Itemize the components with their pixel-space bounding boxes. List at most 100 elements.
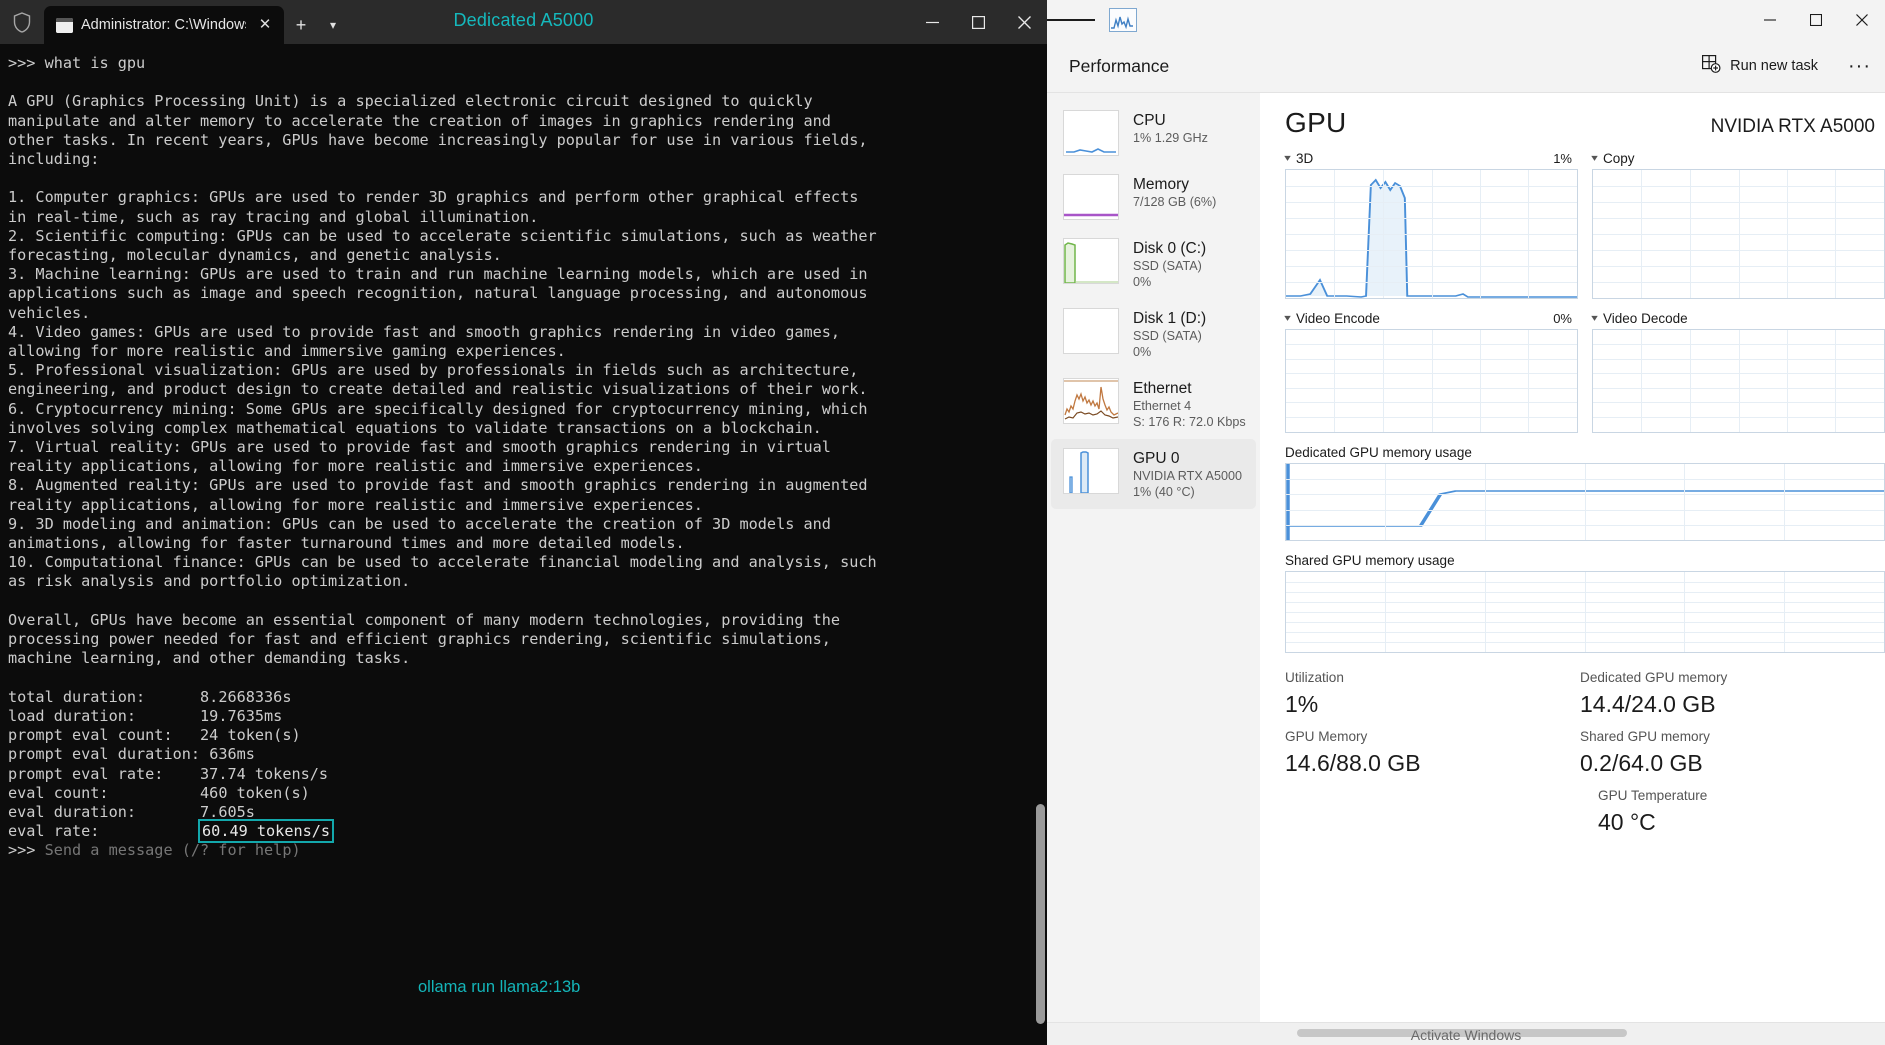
sidebar-item-sub1: SSD (SATA) (1133, 259, 1202, 273)
terminal-scrollbar[interactable] (1036, 804, 1045, 1024)
cpu-mini-graph (1063, 110, 1119, 156)
sidebar-item-sub1: 1% 1.29 GHz (1133, 131, 1208, 145)
chevron-down-icon[interactable]: ▾ (1591, 313, 1598, 324)
activate-windows-watermark: Activate Windows (1410, 1027, 1522, 1043)
more-options-icon[interactable]: ··· (1834, 56, 1885, 76)
hamburger-menu-icon[interactable] (1047, 0, 1095, 40)
sidebar-item-sub2: 0% (1133, 275, 1152, 289)
gpu-graph-row-2: ▾ Video Encode 0% ▾ Video Decode (1284, 311, 1885, 433)
engine-3d-graph (1285, 169, 1578, 299)
terminal-output[interactable]: >>> what is gpu A GPU (Graphics Processi… (0, 44, 1047, 1045)
prompt-symbol: >>> (8, 54, 45, 72)
close-icon[interactable] (1839, 0, 1885, 40)
graph-grid (1286, 170, 1577, 298)
sidebar-item-gpu0[interactable]: GPU 0 NVIDIA RTX A5000 1% (40 °C) (1051, 439, 1256, 509)
gpu-heading: GPU (1285, 107, 1347, 138)
stat-eval-rate-label: eval rate: (8, 822, 100, 841)
graph-grid (1286, 330, 1577, 432)
shared-memory-graph (1285, 571, 1885, 653)
stat-eval-rate-value-highlighted: 60.49 tokens/s (198, 819, 335, 844)
shared-gpu-memory-label: Shared GPU memory (1580, 729, 1710, 744)
sidebar-item-ethernet[interactable]: Ethernet Ethernet 4 S: 176 R: 72.0 Kbps (1051, 369, 1256, 439)
shield-icon (0, 0, 44, 44)
shared-memory-usage-label: Shared GPU memory usage (1285, 553, 1455, 568)
engine-copy-graph (1592, 169, 1885, 299)
gpu-detail-panel: GPU NVIDIA RTX A5000 ▾ 3D 1% ▾ Copy ▾ Vi… (1260, 93, 1885, 1022)
chevron-down-icon[interactable]: ▾ (1284, 153, 1291, 164)
minimize-icon[interactable] (909, 0, 955, 44)
run-new-task-button[interactable]: Run new task (1690, 49, 1830, 83)
gpu-temperature-value: 40 °C (1598, 809, 1656, 835)
disk0-mini-graph (1063, 238, 1119, 284)
ollama-command-annotation: ollama run llama2:13b (418, 977, 581, 996)
final-prompt-placeholder: Send a message (/? for help) (44, 841, 301, 860)
chevron-down-icon[interactable]: ▾ (1591, 153, 1598, 164)
stat-eval-duration-label: eval duration: (8, 802, 137, 821)
engine-label: Copy (1603, 151, 1635, 166)
terminal-tab[interactable]: Administrator: C:\Windows\s\ ✕ (44, 6, 284, 44)
engine-percent: 0% (1553, 311, 1572, 326)
engine-label: 3D (1296, 151, 1314, 166)
performance-sidebar: CPU 1% 1.29 GHz Memory 7/128 GB (6%) Dis… (1047, 93, 1260, 1022)
stat-load-duration-label: load duration: (8, 706, 137, 725)
sidebar-item-cpu[interactable]: CPU 1% 1.29 GHz (1051, 101, 1256, 165)
sidebar-item-memory[interactable]: Memory 7/128 GB (6%) (1051, 165, 1256, 229)
stat-prompt-eval-count-label: prompt eval count: (8, 726, 173, 745)
window-controls (909, 0, 1047, 44)
console-icon (56, 17, 73, 33)
new-tab-icon[interactable]: + (284, 6, 318, 44)
gpu-model-name: NVIDIA RTX A5000 (1710, 116, 1875, 137)
task-manager-main: CPU 1% 1.29 GHz Memory 7/128 GB (6%) Dis… (1047, 93, 1885, 1022)
terminal-window: Administrator: C:\Windows\s\ ✕ + ▾ Dedic… (0, 0, 1047, 1045)
stat-prompt-eval-rate-value: 37.74 tokens/s (200, 764, 329, 783)
gpu-memory-label: GPU Memory (1285, 729, 1368, 744)
memory-mini-graph (1063, 174, 1119, 220)
maximize-icon[interactable] (1793, 0, 1839, 40)
close-icon[interactable] (1001, 0, 1047, 44)
sidebar-item-sub1: SSD (SATA) (1133, 329, 1202, 343)
maximize-icon[interactable] (955, 0, 1001, 44)
gpu-engine-3d: ▾ 3D 1% (1284, 151, 1578, 299)
sidebar-item-sub1: 7/128 GB (6%) (1133, 195, 1217, 209)
assistant-answer: A GPU (Graphics Processing Unit) is a sp… (8, 92, 877, 668)
stat-prompt-eval-duration-label: prompt eval duration: (8, 745, 201, 764)
engine-label: Video Encode (1296, 311, 1380, 326)
sidebar-item-disk1[interactable]: Disk 1 (D:) SSD (SATA) 0% (1051, 299, 1256, 369)
task-manager-icon (1109, 8, 1137, 32)
disk1-mini-graph (1063, 308, 1119, 354)
chevron-down-icon[interactable]: ▾ (318, 6, 348, 44)
task-manager-bottom-bar: Activate Windows (1047, 1022, 1885, 1045)
terminal-titlebar[interactable]: Administrator: C:\Windows\s\ ✕ + ▾ Dedic… (0, 0, 1047, 44)
gpu-graph-row-1: ▾ 3D 1% ▾ Copy (1284, 151, 1885, 299)
run-new-task-icon (1702, 55, 1721, 77)
gpu-stats-left: Utilization 1% GPU Memory 14.6/88.0 GB (1285, 667, 1580, 844)
utilization-label: Utilization (1285, 670, 1344, 685)
engine-video-decode-graph (1592, 329, 1885, 433)
shared-gpu-memory-value: 0.2/64.0 GB (1580, 750, 1703, 776)
user-input-text: what is gpu (44, 54, 146, 72)
run-new-task-label: Run new task (1730, 58, 1819, 74)
sidebar-item-label: Disk 0 (C:) (1133, 240, 1207, 257)
sidebar-item-sub2: S: 176 R: 72.0 Kbps (1133, 415, 1246, 429)
sidebar-item-disk0[interactable]: Disk 0 (C:) SSD (SATA) 0% (1051, 229, 1256, 299)
chevron-down-icon[interactable]: ▾ (1284, 313, 1291, 324)
close-icon[interactable]: ✕ (254, 14, 276, 36)
task-manager-titlebar[interactable] (1047, 0, 1885, 40)
task-manager-header: Performance Run new task ··· (1047, 40, 1885, 93)
dedicated-gpu-memory-value: 14.4/24.0 GB (1580, 691, 1716, 717)
graph-grid (1286, 464, 1884, 540)
sidebar-item-sub2: 0% (1133, 345, 1152, 359)
task-manager-window-controls (1747, 0, 1885, 40)
gpu-memory-value: 14.6/88.0 GB (1285, 750, 1421, 776)
sidebar-item-sub1: NVIDIA RTX A5000 (1133, 469, 1242, 483)
gpu-stats: Utilization 1% GPU Memory 14.6/88.0 GB D… (1285, 667, 1885, 844)
gpu-engine-copy: ▾ Copy (1591, 151, 1885, 299)
tab-title: Administrator: C:\Windows\s\ (81, 17, 246, 33)
gpu-header: GPU NVIDIA RTX A5000 (1285, 107, 1885, 139)
engine-label: Video Decode (1603, 311, 1688, 326)
utilization-value: 1% (1285, 691, 1319, 717)
gpu0-mini-graph (1063, 448, 1119, 494)
stat-eval-count-label: eval count: (8, 783, 109, 802)
graph-grid (1593, 330, 1884, 432)
minimize-icon[interactable] (1747, 0, 1793, 40)
